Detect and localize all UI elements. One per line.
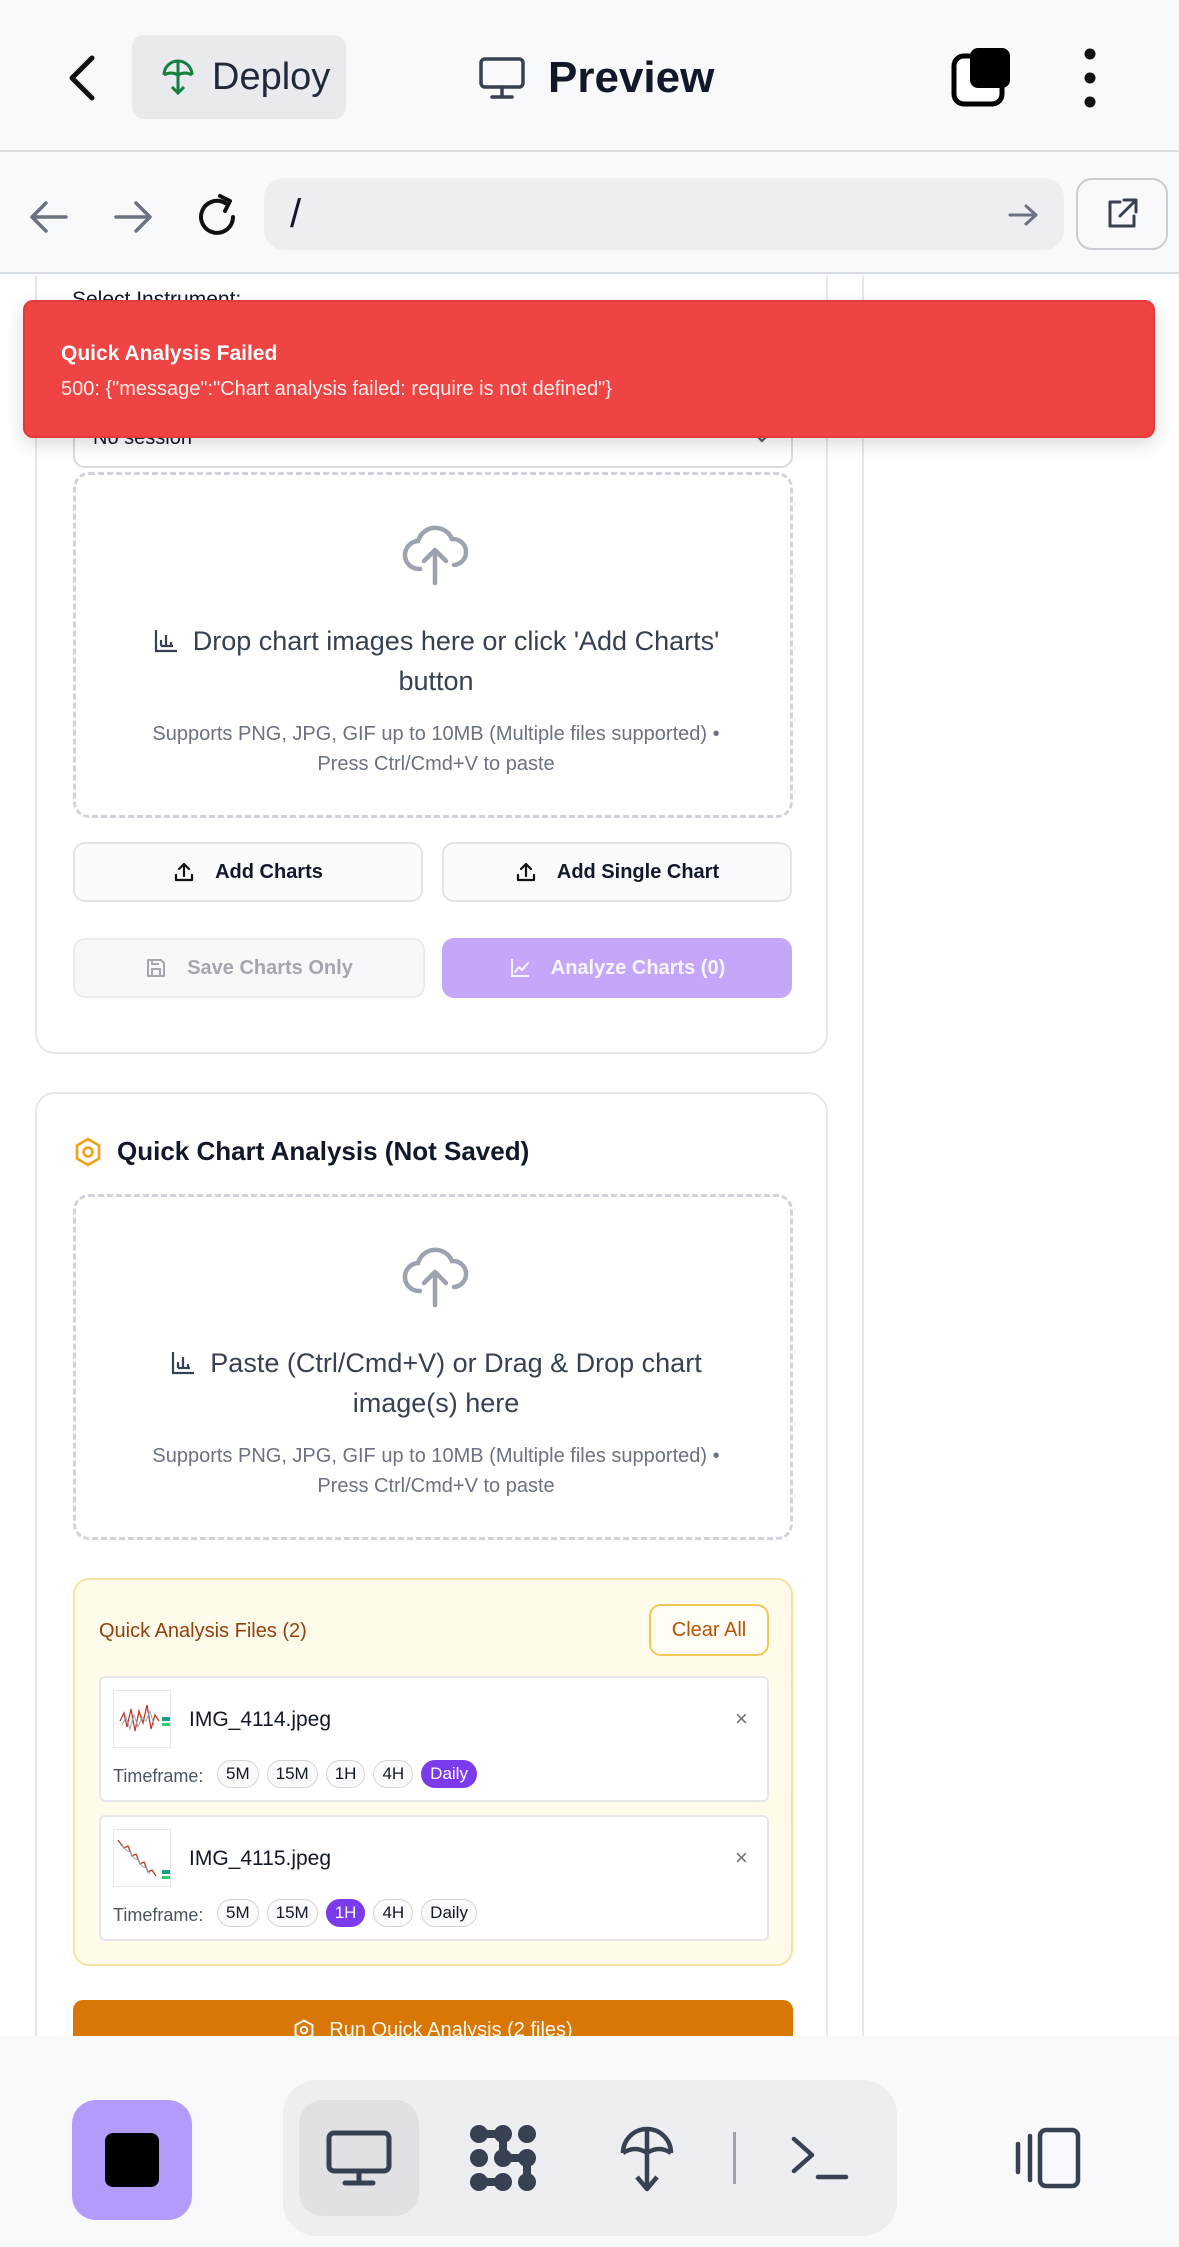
dropzone-title-line1: Drop chart images here or click 'Add Cha… — [192, 626, 720, 656]
preview-title-group: Preview — [478, 50, 714, 106]
add-charts-label: Add Charts — [215, 860, 323, 883]
external-link-icon — [1104, 196, 1140, 232]
quick-analysis-title: Quick Chart Analysis (Not Saved) — [117, 1136, 530, 1166]
toolbar-divider — [733, 2132, 736, 2184]
file-row: IMG_4114.jpeg × Timeframe: 5M 15M 1H 4H … — [99, 1676, 769, 1802]
browser-bar: / — [0, 154, 1179, 274]
clear-all-button[interactable]: Clear All — [649, 1604, 769, 1656]
open-external-button[interactable] — [1076, 178, 1168, 250]
panel-icon[interactable] — [1012, 2126, 1082, 2190]
timeframe-chip-daily[interactable]: Daily — [421, 1760, 477, 1788]
go-arrow-icon[interactable] — [1004, 200, 1044, 230]
quick-dropzone-hint-line1: Supports PNG, JPG, GIF up to 10MB (Multi… — [152, 1445, 720, 1467]
deploy-icon — [160, 57, 196, 97]
save-charts-only-label: Save Charts Only — [187, 956, 353, 979]
error-toast[interactable]: Quick Analysis Failed 500: {"message":"C… — [23, 300, 1155, 438]
file-thumbnail[interactable] — [113, 1690, 171, 1748]
desktop-icon — [325, 2129, 393, 2187]
timeframe-chip-5m[interactable]: 5M — [217, 1899, 259, 1927]
timeframe-chip-15m[interactable]: 15M — [266, 1760, 318, 1788]
timeframe-chip-1h[interactable]: 1H — [325, 1899, 366, 1927]
upload-cloud-icon — [400, 523, 470, 587]
tool-switcher — [283, 2080, 897, 2236]
more-vertical-icon[interactable] — [1070, 46, 1110, 110]
file-thumbnail[interactable] — [113, 1829, 171, 1887]
upload-cloud-icon — [400, 1245, 470, 1309]
timeframe-label: Timeframe: — [113, 1766, 204, 1786]
chart-dropzone[interactable]: Drop chart images here or click 'Add Cha… — [73, 472, 793, 818]
add-single-chart-button[interactable]: Add Single Chart — [442, 842, 792, 902]
quick-dropzone-title-line1: Paste (Ctrl/Cmd+V) or Drag & Drop chart — [210, 1348, 702, 1378]
timeframe-chip-4h[interactable]: 4H — [373, 1760, 414, 1788]
toast-title: Quick Analysis Failed — [61, 342, 278, 365]
url-input[interactable]: / — [264, 178, 1064, 250]
desktop-tool-button[interactable] — [299, 2100, 419, 2216]
tabs-icon[interactable] — [948, 44, 1016, 112]
dropzone-hint-line1: Supports PNG, JPG, GIF up to 10MB (Multi… — [152, 723, 720, 745]
arrow-right-icon[interactable] — [108, 192, 158, 242]
arrow-left-icon[interactable] — [24, 192, 74, 242]
stop-button[interactable] — [72, 2100, 192, 2220]
file-row: IMG_4115.jpeg × Timeframe: 5M 15M 1H 4H … — [99, 1815, 769, 1941]
line-chart-icon — [509, 957, 531, 979]
save-icon — [145, 957, 167, 979]
deploy-label: Deploy — [212, 55, 331, 98]
back-arrow-icon[interactable] — [60, 50, 110, 106]
analyze-charts-button[interactable]: Analyze Charts (0) — [442, 938, 792, 998]
timeframe-label: Timeframe: — [113, 1905, 204, 1925]
quick-dropzone-title-line2: image(s) here — [352, 1388, 520, 1418]
file-name: IMG_4114.jpeg — [189, 1708, 332, 1731]
timeframe-chip-15m[interactable]: 15M — [266, 1899, 318, 1927]
integrations-tool-button[interactable] — [443, 2100, 563, 2216]
close-icon[interactable]: × — [735, 1845, 748, 1871]
bar-chart-icon — [170, 1350, 196, 1376]
quick-files-title: Quick Analysis Files (2) — [99, 1620, 307, 1642]
close-icon[interactable]: × — [735, 1706, 748, 1732]
quick-files-panel: Quick Analysis Files (2) Clear All IMG_4… — [73, 1578, 793, 1966]
toast-message: 500: {"message":"Chart analysis failed: … — [61, 378, 612, 400]
deploy-button[interactable]: Deploy — [132, 35, 346, 119]
quick-dropzone[interactable]: Paste (Ctrl/Cmd+V) or Drag & Drop chart … — [73, 1194, 793, 1540]
timeframe-options: 5M 15M 1H 4H Daily — [217, 1760, 477, 1788]
quick-analysis-card: Quick Chart Analysis (Not Saved) Paste (… — [35, 1092, 828, 2036]
save-charts-only-button[interactable]: Save Charts Only — [73, 938, 425, 998]
upload-icon — [173, 861, 195, 883]
add-single-chart-label: Add Single Chart — [556, 860, 720, 883]
dropzone-title-line2: button — [398, 666, 474, 696]
timeframe-chip-daily[interactable]: Daily — [421, 1899, 477, 1927]
terminal-icon — [788, 2133, 850, 2183]
monitor-icon — [478, 56, 526, 100]
page-title: Preview — [548, 53, 715, 102]
hexagon-icon — [73, 1137, 103, 1167]
quick-dropzone-hint-line2: Press Ctrl/Cmd+V to paste — [317, 1475, 555, 1497]
file-name: IMG_4115.jpeg — [189, 1847, 332, 1870]
timeframe-chip-1h[interactable]: 1H — [325, 1760, 366, 1788]
reload-icon[interactable] — [192, 192, 242, 242]
dropzone-hint-line2: Press Ctrl/Cmd+V to paste — [317, 753, 555, 775]
terminal-tool-button[interactable] — [759, 2100, 879, 2216]
timeframe-chip-5m[interactable]: 5M — [217, 1760, 259, 1788]
deploy-icon — [617, 2123, 677, 2193]
left-pane: Select Instrument: No session Drop chart — [0, 276, 862, 2036]
upload-icon — [515, 861, 537, 883]
integrations-icon — [465, 2120, 541, 2196]
add-charts-button[interactable]: Add Charts — [73, 842, 423, 902]
preview-content: Select Instrument: No session Drop chart — [0, 276, 1179, 2036]
timeframe-options: 5M 15M 1H 4H Daily — [217, 1899, 477, 1927]
hexagon-icon — [293, 2019, 315, 2036]
run-quick-analysis-button[interactable]: Run Quick Analysis (2 files) — [73, 2000, 793, 2036]
right-pane — [862, 276, 1179, 2036]
timeframe-chip-4h[interactable]: 4H — [373, 1899, 414, 1927]
analyze-charts-label: Analyze Charts (0) — [550, 956, 726, 979]
bar-chart-icon — [153, 628, 179, 654]
bottom-toolbar — [0, 2036, 1179, 2247]
deploy-tool-button[interactable] — [587, 2100, 707, 2216]
app-top-bar: Deploy Preview — [0, 0, 1179, 152]
stop-icon — [105, 2133, 159, 2187]
run-quick-analysis-label: Run Quick Analysis (2 files) — [329, 2018, 573, 2037]
